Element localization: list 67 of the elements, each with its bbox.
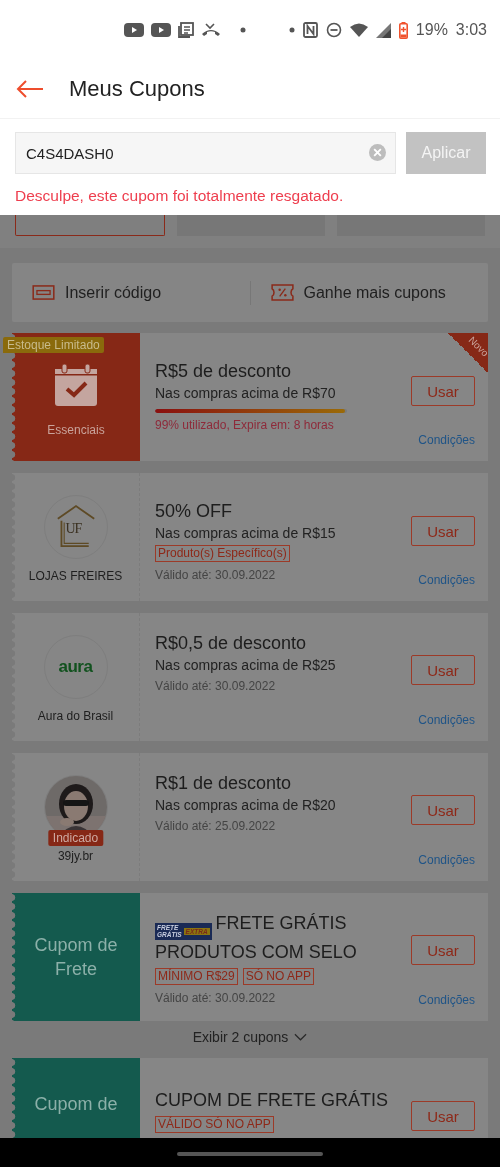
limited-stock-label: Estoque Limitado bbox=[3, 337, 104, 353]
coupon-title: 50% OFF bbox=[155, 500, 234, 523]
show-more-link[interactable]: Exibir 2 cupons bbox=[0, 1022, 500, 1052]
coupon-tag: MÍNIMO R$29 bbox=[155, 968, 238, 985]
conditions-link[interactable]: Condições bbox=[418, 993, 475, 1007]
clear-icon[interactable] bbox=[369, 144, 386, 161]
store-name: LOJAS FREIRES bbox=[28, 569, 123, 583]
conditions-link[interactable]: Condições bbox=[418, 853, 475, 867]
missed-call-icon bbox=[201, 23, 221, 37]
action-link[interactable]: Ganhe mais cupons bbox=[250, 283, 488, 302]
use-button[interactable]: Usar bbox=[411, 795, 475, 825]
chevron-down-icon bbox=[294, 1033, 308, 1041]
use-button[interactable]: Usar bbox=[411, 935, 475, 965]
shipping-label: Cupom de Frete bbox=[33, 933, 119, 981]
video-app-icon bbox=[151, 23, 171, 37]
category-label: Essenciais bbox=[47, 423, 105, 437]
coupon-title: R$1 de desconto bbox=[155, 772, 293, 795]
coupon-title: R$5 de desconto bbox=[155, 360, 293, 383]
coupon-condition: Nas compras acima de R$15 bbox=[155, 525, 337, 541]
use-button[interactable]: Usar bbox=[411, 1101, 475, 1131]
news-icon bbox=[178, 22, 194, 38]
house-logo-icon bbox=[55, 504, 96, 550]
dot-icon bbox=[240, 27, 246, 33]
back-arrow-icon[interactable] bbox=[16, 80, 44, 98]
clock: 3:03 bbox=[455, 21, 487, 39]
battery-icon bbox=[398, 21, 408, 39]
action-link[interactable]: Inserir código bbox=[12, 283, 250, 302]
logo-text: UF bbox=[65, 521, 82, 537]
coupon-code-field[interactable]: C4S4DASH0 bbox=[15, 132, 396, 174]
calendar-check-icon bbox=[54, 363, 98, 407]
page-title: Meus Cupons bbox=[69, 76, 205, 102]
recommended-badge: Indicado bbox=[47, 830, 104, 846]
coupon-condition: Nas compras acima de R$20 bbox=[155, 797, 337, 813]
wifi-icon bbox=[349, 23, 368, 37]
use-button[interactable]: Usar bbox=[411, 516, 475, 546]
shipping-label: Cupom de bbox=[34, 1093, 118, 1116]
coupon-tag: Produto(s) Específico(s) bbox=[155, 545, 290, 562]
do-not-disturb-icon bbox=[325, 22, 342, 38]
use-button[interactable]: Usar bbox=[411, 655, 475, 685]
error-message: Desculpe, este cupom foi totalmente resgatado. bbox=[15, 187, 345, 205]
coupon-tag: SÓ NO APP bbox=[242, 968, 315, 985]
validity-date: Válido até: 30.09.2022 bbox=[155, 991, 277, 1005]
validity-date: Válido até: 30.09.2022 bbox=[155, 679, 277, 693]
voucher-icon bbox=[270, 284, 294, 301]
coupon-title: CUPOM DE FRETE GRÁTIS bbox=[155, 1089, 389, 1112]
tab[interactable] bbox=[15, 215, 165, 236]
conditions-link[interactable]: Condições bbox=[418, 433, 475, 447]
store-name: Aura do Brasil bbox=[37, 709, 114, 723]
usage-text: 99% utilizado, Expira em: 8 horas bbox=[155, 418, 335, 432]
dot-icon bbox=[288, 27, 295, 33]
validity-date: Válido até: 25.09.2022 bbox=[155, 819, 277, 833]
conditions-link[interactable]: Condições bbox=[418, 713, 475, 727]
logo-text: aura bbox=[58, 657, 93, 677]
validity-date: Válido até: 30.09.2022 bbox=[155, 568, 277, 582]
video-app-icon bbox=[124, 23, 144, 37]
coupon-tag: VÁLIDO SÓ NO APP bbox=[155, 1116, 274, 1133]
signal-icon bbox=[375, 22, 391, 38]
coupon-condition: Nas compras acima de R$70 bbox=[155, 385, 337, 401]
battery-percent: 19% bbox=[415, 21, 448, 39]
card-icon bbox=[32, 285, 55, 300]
coupon-title: R$0,5 de desconto bbox=[155, 632, 308, 655]
home-indicator[interactable] bbox=[177, 1151, 323, 1156]
use-button[interactable]: Usar bbox=[411, 376, 475, 406]
nfc-icon bbox=[302, 22, 318, 38]
store-name: 39jy.br bbox=[57, 849, 94, 863]
coupon-condition: Nas compras acima de R$25 bbox=[155, 657, 337, 673]
conditions-link[interactable]: Condições bbox=[418, 573, 475, 587]
